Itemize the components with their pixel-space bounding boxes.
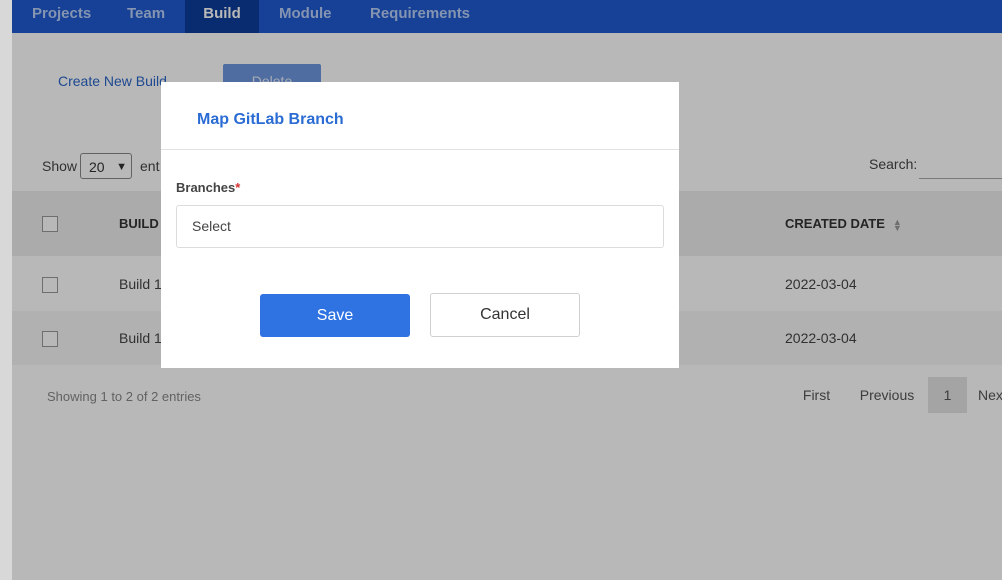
map-gitlab-branch-dialog: Map GitLab Branch Branches* Select Save …	[161, 82, 679, 368]
save-button[interactable]: Save	[260, 294, 410, 337]
branches-label: Branches*	[176, 180, 240, 195]
cancel-button[interactable]: Cancel	[430, 293, 580, 337]
branches-label-text: Branches	[176, 180, 236, 195]
required-mark: *	[235, 180, 241, 195]
branches-select[interactable]: Select	[176, 205, 664, 248]
dialog-title: Map GitLab Branch	[197, 111, 344, 128]
dialog-header: Map GitLab Branch	[161, 82, 679, 150]
left-scroll-strip	[0, 0, 12, 580]
